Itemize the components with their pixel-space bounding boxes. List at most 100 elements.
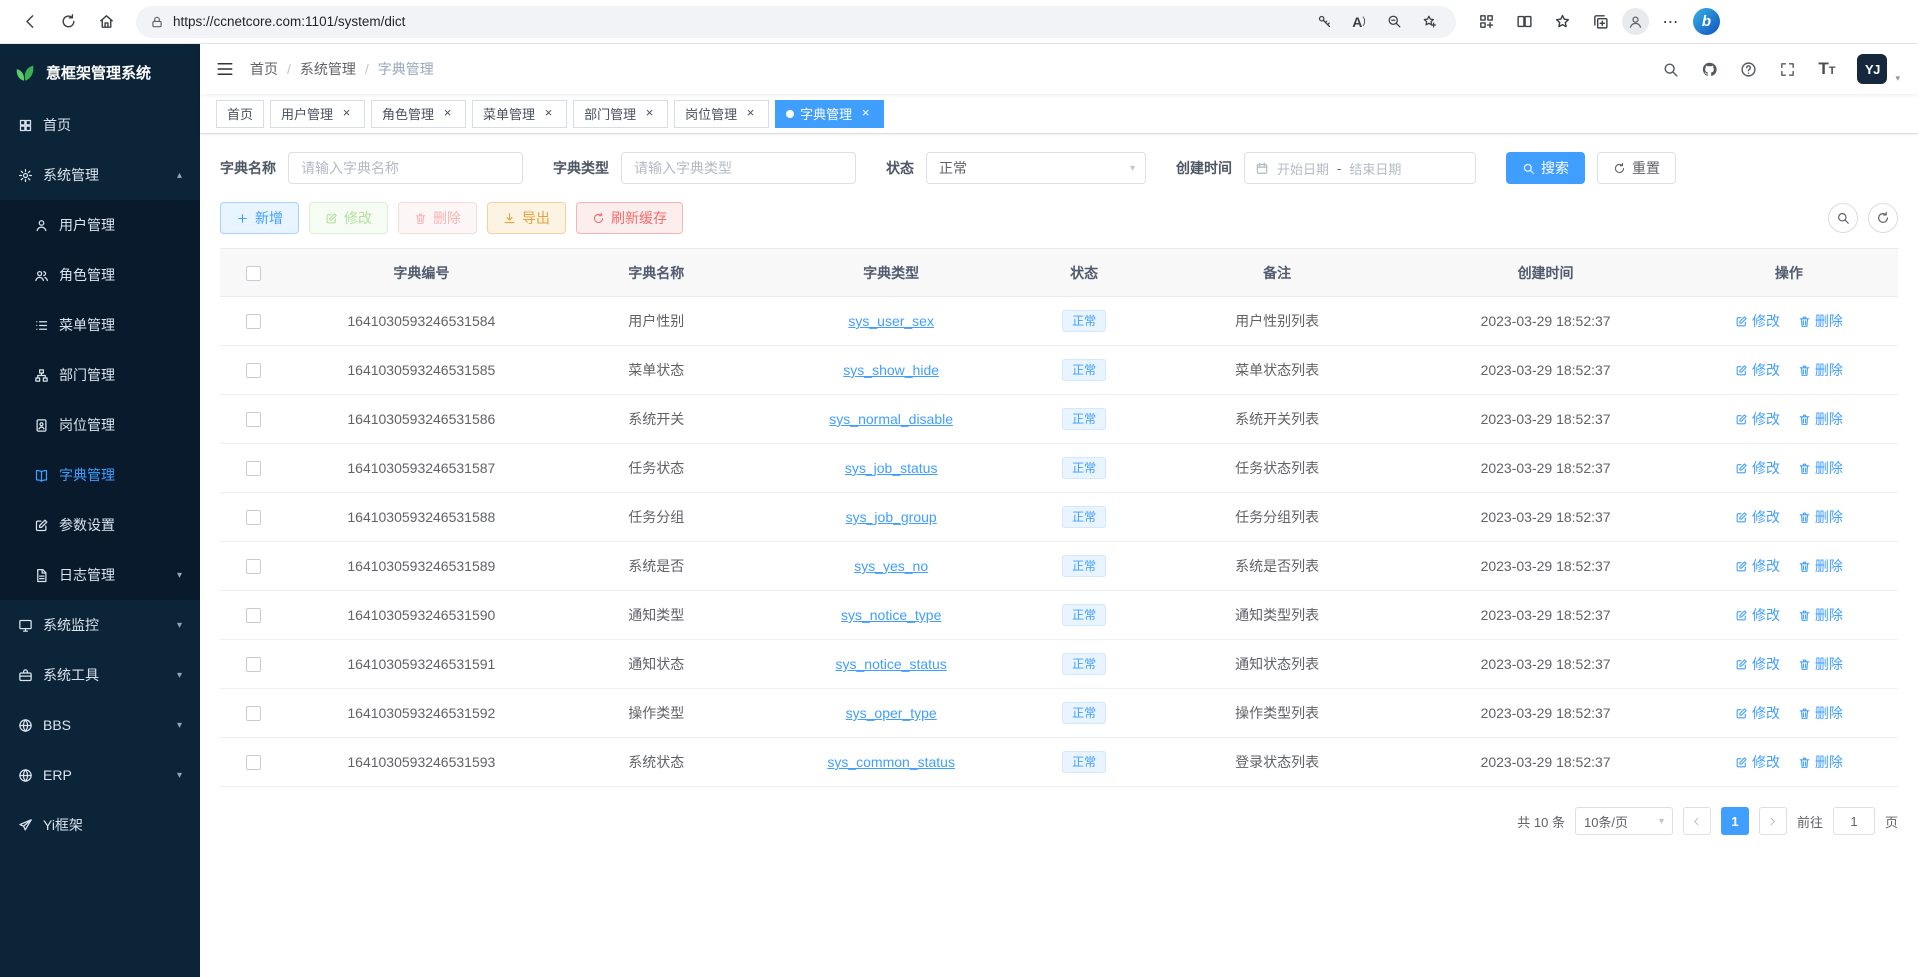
status-select[interactable]: 正常 ▾	[926, 152, 1146, 184]
close-icon[interactable]: ×	[339, 106, 354, 121]
row-delete-link[interactable]: 删除	[1798, 507, 1843, 527]
sidebar-item-yi-framework[interactable]: Yi框架	[0, 800, 200, 850]
row-edit-link[interactable]: 修改	[1735, 409, 1780, 429]
row-checkbox[interactable]	[246, 706, 261, 721]
collections-icon[interactable]	[1584, 7, 1616, 37]
close-icon[interactable]: ×	[541, 106, 556, 121]
select-all-checkbox[interactable]	[246, 266, 261, 281]
row-delete-link[interactable]: 删除	[1798, 360, 1843, 380]
row-delete-link[interactable]: 删除	[1798, 752, 1843, 772]
search-button[interactable]: 搜索	[1506, 152, 1585, 184]
read-aloud-icon[interactable]: A)	[1346, 9, 1372, 35]
add-button[interactable]: 新增	[220, 202, 299, 234]
row-checkbox[interactable]	[246, 657, 261, 672]
row-checkbox[interactable]	[246, 461, 261, 476]
header-search-icon[interactable]	[1662, 61, 1679, 78]
extensions-icon[interactable]	[1470, 7, 1502, 37]
edit-button[interactable]: 修改	[309, 202, 388, 234]
goto-page-input[interactable]	[1833, 807, 1875, 835]
zoom-out-icon[interactable]	[1381, 9, 1407, 35]
profile-avatar[interactable]	[1622, 8, 1649, 35]
address-bar[interactable]: https://ccnetcore.com:1101/system/dict A…	[136, 6, 1456, 38]
sidebar-toggle-icon[interactable]	[200, 44, 250, 94]
sidebar-item-dict-mgmt[interactable]: 字典管理	[0, 450, 200, 500]
row-checkbox[interactable]	[246, 363, 261, 378]
user-avatar[interactable]: YJ	[1857, 54, 1887, 84]
tab-role-mgmt[interactable]: 角色管理×	[371, 100, 466, 128]
toggle-search-button[interactable]	[1828, 203, 1858, 233]
row-edit-link[interactable]: 修改	[1735, 752, 1780, 772]
refresh-cache-button[interactable]: 刷新缓存	[576, 202, 683, 234]
github-icon[interactable]	[1701, 61, 1718, 78]
reset-button[interactable]: 重置	[1597, 152, 1676, 184]
prev-page-button[interactable]	[1683, 807, 1711, 835]
tab-dict-mgmt[interactable]: 字典管理×	[775, 100, 884, 128]
dict-type-link[interactable]: sys_job_group	[846, 509, 937, 525]
sidebar-item-system-monitor[interactable]: 系统监控▾	[0, 600, 200, 650]
current-page-button[interactable]: 1	[1721, 807, 1749, 835]
row-delete-link[interactable]: 删除	[1798, 654, 1843, 674]
row-delete-link[interactable]: 删除	[1798, 409, 1843, 429]
tab-home[interactable]: 首页	[216, 100, 264, 128]
favorites-icon[interactable]	[1546, 7, 1578, 37]
row-delete-link[interactable]: 删除	[1798, 311, 1843, 331]
date-range-picker[interactable]: 开始日期 - 结束日期	[1244, 152, 1476, 184]
back-icon[interactable]	[14, 7, 46, 37]
sidebar-item-log-mgmt[interactable]: 日志管理▾	[0, 550, 200, 600]
close-icon[interactable]: ×	[642, 106, 657, 121]
dict-type-link[interactable]: sys_yes_no	[854, 558, 928, 574]
sidebar-item-bbs[interactable]: BBS▾	[0, 700, 200, 750]
row-edit-link[interactable]: 修改	[1735, 311, 1780, 331]
row-delete-link[interactable]: 删除	[1798, 458, 1843, 478]
row-edit-link[interactable]: 修改	[1735, 654, 1780, 674]
row-edit-link[interactable]: 修改	[1735, 605, 1780, 625]
tab-menu-mgmt[interactable]: 菜单管理×	[472, 100, 567, 128]
row-checkbox[interactable]	[246, 755, 261, 770]
sidebar-item-param-settings[interactable]: 参数设置	[0, 500, 200, 550]
breadcrumb-home[interactable]: 首页	[250, 59, 278, 79]
refresh-table-button[interactable]	[1868, 203, 1898, 233]
row-edit-link[interactable]: 修改	[1735, 507, 1780, 527]
export-button[interactable]: 导出	[487, 202, 566, 234]
font-size-icon[interactable]: TT	[1818, 59, 1835, 79]
row-checkbox[interactable]	[246, 510, 261, 525]
row-delete-link[interactable]: 删除	[1798, 556, 1843, 576]
page-size-select[interactable]: 10条/页 ▾	[1575, 807, 1673, 835]
tab-user-mgmt[interactable]: 用户管理×	[270, 100, 365, 128]
add-favorite-icon[interactable]	[1416, 9, 1442, 35]
dict-type-link[interactable]: sys_common_status	[827, 754, 955, 770]
sidebar-item-user-mgmt[interactable]: 用户管理	[0, 200, 200, 250]
sidebar-item-system-mgmt[interactable]: 系统管理 ▴	[0, 150, 200, 200]
next-page-button[interactable]	[1759, 807, 1787, 835]
bing-sidebar-icon[interactable]: b	[1693, 8, 1720, 35]
reload-icon[interactable]	[52, 7, 84, 37]
sidebar-item-menu-mgmt[interactable]: 菜单管理	[0, 300, 200, 350]
dict-type-input[interactable]	[621, 152, 856, 184]
dict-type-link[interactable]: sys_user_sex	[848, 313, 934, 329]
close-icon[interactable]: ×	[440, 106, 455, 121]
password-key-icon[interactable]	[1311, 9, 1337, 35]
row-delete-link[interactable]: 删除	[1798, 703, 1843, 723]
dict-type-link[interactable]: sys_oper_type	[846, 705, 937, 721]
breadcrumb-system-mgmt[interactable]: 系统管理	[300, 59, 356, 79]
close-icon[interactable]: ×	[858, 106, 873, 121]
sidebar-item-home[interactable]: 首页	[0, 100, 200, 150]
row-edit-link[interactable]: 修改	[1735, 458, 1780, 478]
sidebar-item-role-mgmt[interactable]: 角色管理	[0, 250, 200, 300]
row-edit-link[interactable]: 修改	[1735, 360, 1780, 380]
close-icon[interactable]: ×	[743, 106, 758, 121]
delete-button[interactable]: 删除	[398, 202, 477, 234]
row-edit-link[interactable]: 修改	[1735, 703, 1780, 723]
tab-dept-mgmt[interactable]: 部门管理×	[573, 100, 668, 128]
tab-post-mgmt[interactable]: 岗位管理×	[674, 100, 769, 128]
dict-type-link[interactable]: sys_job_status	[845, 460, 938, 476]
sidebar-item-system-tools[interactable]: 系统工具▾	[0, 650, 200, 700]
dict-type-link[interactable]: sys_normal_disable	[829, 411, 953, 427]
row-delete-link[interactable]: 删除	[1798, 605, 1843, 625]
sidebar-item-erp[interactable]: ERP▾	[0, 750, 200, 800]
split-screen-icon[interactable]	[1508, 7, 1540, 37]
dict-name-input[interactable]	[288, 152, 523, 184]
row-checkbox[interactable]	[246, 608, 261, 623]
row-checkbox[interactable]	[246, 559, 261, 574]
browser-menu-icon[interactable]: ⋯	[1655, 7, 1687, 37]
